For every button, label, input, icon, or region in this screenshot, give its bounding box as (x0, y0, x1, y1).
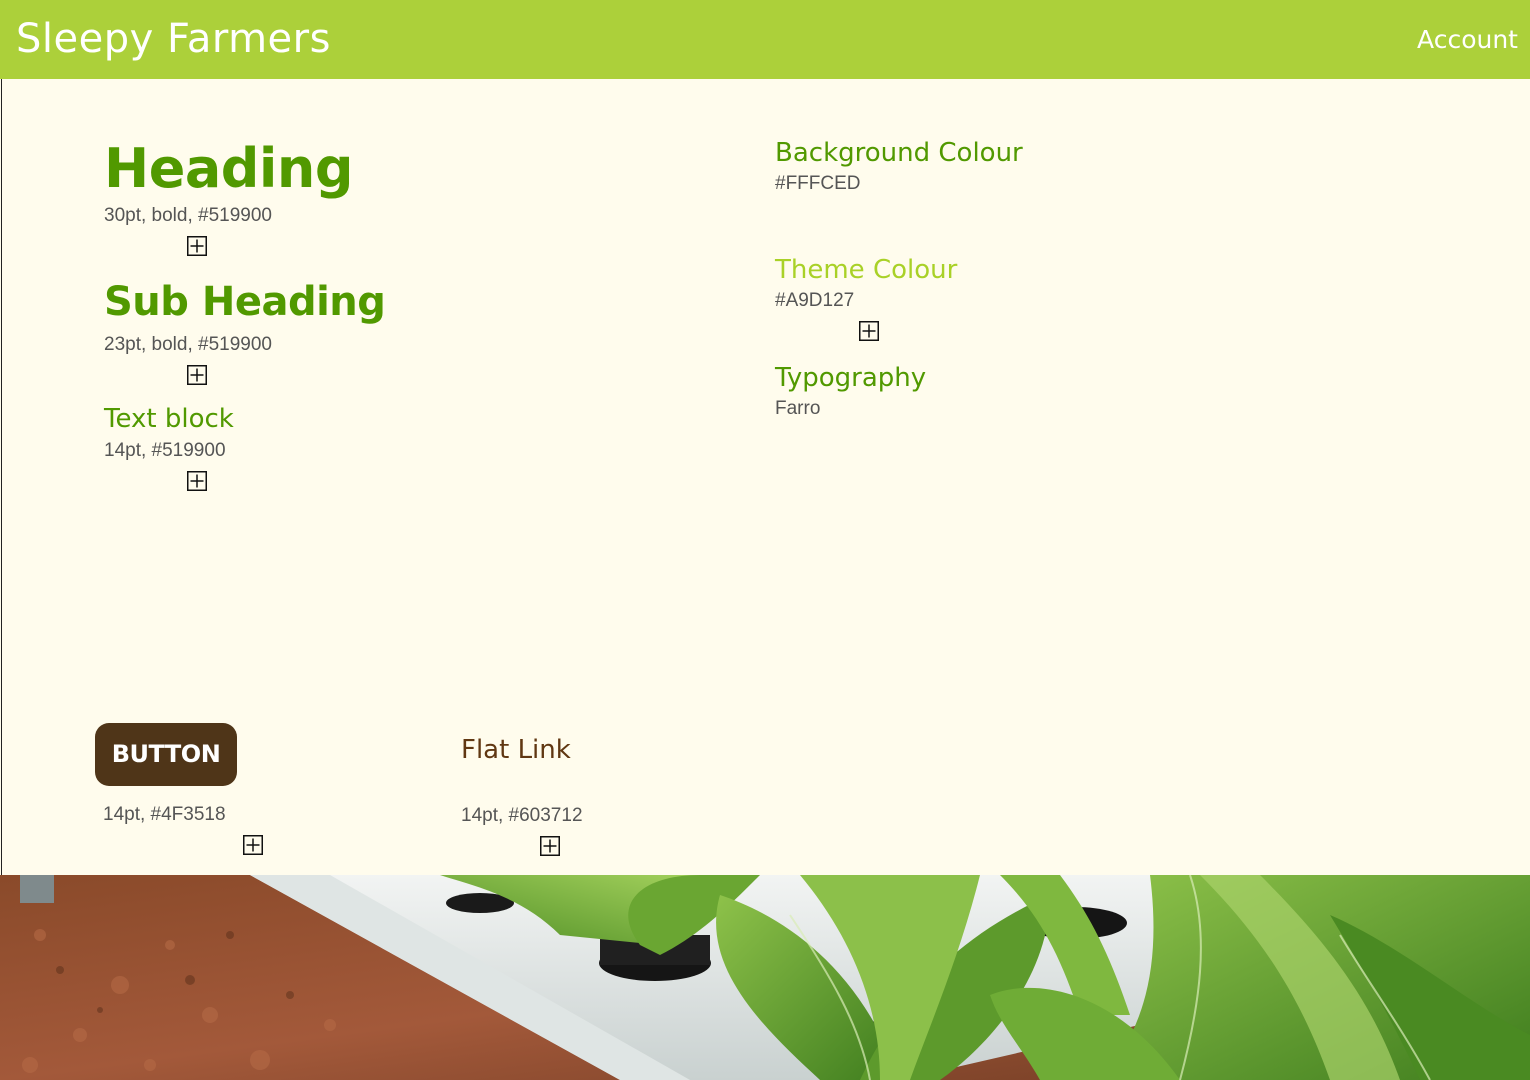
expand-button-icon[interactable] (243, 835, 263, 855)
lettuce-photo-illustration (0, 875, 1530, 1080)
brand-title[interactable]: Sleepy Farmers (16, 14, 331, 64)
text-block-spec: 14pt, #519900 (104, 440, 226, 461)
heading-spec: 30pt, bold, #519900 (104, 205, 272, 226)
expand-flat-link-icon[interactable] (540, 836, 560, 856)
sample-flat-link[interactable]: Flat Link (461, 734, 571, 766)
button-spec: 14pt, #4F3518 (103, 804, 226, 825)
theme-colour-label: Theme Colour (775, 255, 958, 285)
background-colour-label: Background Colour (775, 138, 1023, 168)
typography-label: Typography (775, 363, 927, 393)
background-colour-value: #FFFCED (775, 173, 861, 194)
flat-link-spec: 14pt, #603712 (461, 805, 583, 826)
expand-text-block-icon[interactable] (187, 471, 207, 491)
subheading-sample: Sub Heading (104, 279, 386, 325)
theme-colour-value: #A9D127 (775, 290, 855, 311)
footer-lettuce-photo (0, 875, 1530, 1080)
top-bar: Sleepy Farmers Account (0, 0, 1530, 79)
expand-subheading-icon[interactable] (187, 365, 207, 385)
text-block-sample: Text block (104, 404, 234, 434)
expand-colours-icon[interactable] (859, 321, 879, 341)
expand-heading-icon[interactable] (187, 236, 207, 256)
heading-sample: Heading (104, 137, 354, 200)
sample-button[interactable]: BUTTON (95, 723, 237, 786)
typography-value: Farro (775, 398, 821, 419)
subheading-spec: 23pt, bold, #519900 (104, 334, 272, 355)
account-link[interactable]: Account (1417, 24, 1518, 56)
